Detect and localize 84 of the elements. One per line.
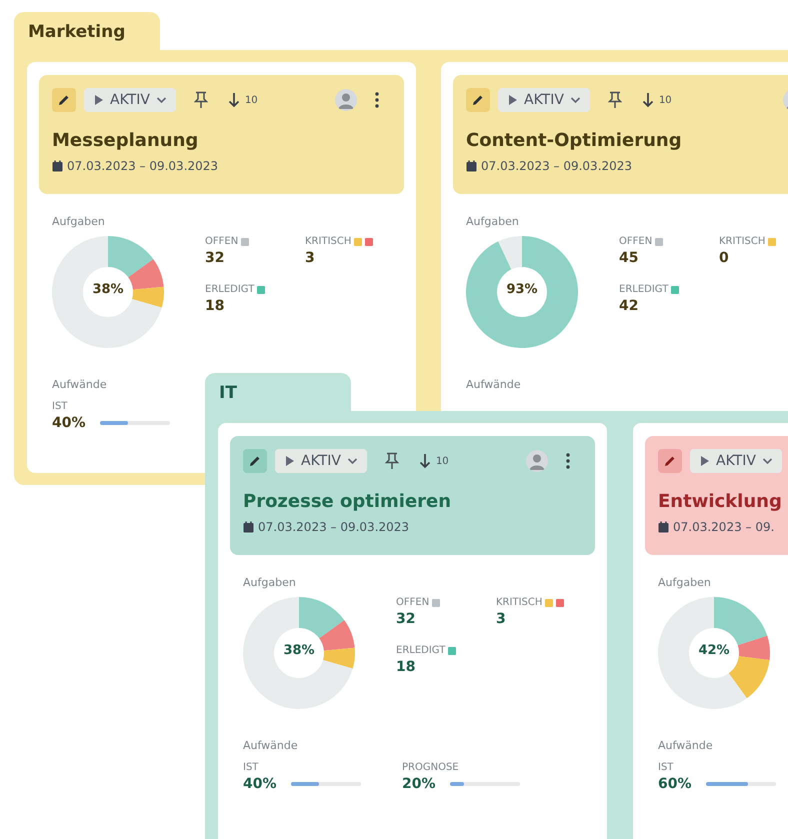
section-label: Aufwände (466, 378, 521, 391)
stat-value: 3 (305, 250, 316, 266)
status-dropdown[interactable]: AKTIV (498, 88, 590, 112)
pencil-icon (472, 94, 484, 106)
stat-value: 0 (719, 250, 730, 266)
date-range: 07.03.2023 – 09. (673, 520, 774, 534)
effort-label: PROGNOSE (402, 762, 460, 773)
edit-button[interactable] (52, 88, 76, 112)
pin-icon[interactable] (384, 452, 399, 470)
stat-label: KRITISCH (305, 236, 352, 247)
pin-icon[interactable] (194, 91, 208, 109)
stat-label: ERLEDIGT (619, 284, 668, 295)
section-label: Aufgaben (243, 576, 296, 589)
calendar-icon (658, 521, 669, 533)
play-icon (285, 455, 295, 467)
section-label: Aufgaben (658, 576, 711, 589)
chevron-down-icon (762, 457, 773, 465)
effort-label: IST (243, 762, 260, 773)
stat-value: 42 (619, 298, 640, 314)
chevron-down-icon (346, 457, 358, 465)
calendar-icon (52, 160, 63, 172)
section-label: Aufwände (658, 739, 713, 752)
effort-value: 40% (52, 415, 87, 431)
arrow-down-icon (228, 92, 240, 108)
sort-button[interactable]: 10 (418, 453, 449, 469)
pencil-icon (58, 94, 70, 106)
status-dropdown[interactable]: AKTIV (275, 449, 367, 473)
stat-value: 32 (396, 611, 416, 627)
section-label: Aufgaben (52, 215, 105, 228)
pencil-icon (664, 455, 676, 467)
more-icon[interactable] (375, 92, 379, 108)
effort-value: 20% (402, 776, 437, 792)
group-tab[interactable]: IT (205, 373, 351, 411)
card-title: Prozesse optimieren (243, 491, 452, 512)
stat-value: 3 (496, 611, 507, 627)
sort-button[interactable]: 10 (228, 92, 258, 108)
section-label: Aufgaben (466, 215, 519, 228)
pin-icon[interactable] (608, 91, 622, 109)
play-icon (94, 94, 104, 106)
date-range: 07.03.2023 – 09.03.2023 (258, 520, 410, 534)
play-icon (508, 94, 518, 106)
stat-value: 18 (205, 298, 226, 314)
donut-percentage: 93% (506, 282, 538, 297)
sort-button[interactable]: 10 (642, 92, 672, 108)
effort-label: IST (52, 401, 68, 412)
calendar-icon (243, 521, 254, 533)
stat-label: KRITISCH (719, 236, 766, 247)
stat-value: 45 (619, 250, 640, 266)
edit-button[interactable] (466, 88, 490, 112)
edit-button[interactable] (243, 449, 267, 473)
chevron-down-icon (570, 96, 581, 104)
play-icon (700, 455, 710, 467)
status-dropdown[interactable]: AKTIV (84, 88, 176, 112)
pencil-icon (249, 455, 261, 467)
section-label: Aufwände (52, 378, 107, 391)
arrow-down-icon (642, 92, 654, 108)
stat-label: OFFEN (396, 597, 430, 608)
effort-value: 40% (243, 776, 278, 792)
stat-label: KRITISCH (496, 597, 542, 608)
group-tab[interactable]: Marketing (14, 12, 160, 50)
stat-label: OFFEN (205, 236, 238, 247)
calendar-icon (466, 160, 477, 172)
stat-label: ERLEDIGT (396, 645, 446, 656)
card-title: Messeplanung (52, 130, 200, 151)
effort-label: IST (658, 762, 674, 773)
chevron-down-icon (156, 96, 167, 104)
card-title: Entwicklung (658, 491, 783, 512)
card-title: Content-Optimierung (466, 130, 683, 151)
effort-value: 60% (658, 776, 693, 792)
edit-button[interactable] (658, 449, 682, 473)
stat-value: 32 (205, 250, 226, 266)
donut-percentage: 38% (283, 643, 315, 658)
stat-value: 18 (396, 659, 416, 675)
more-icon[interactable] (566, 453, 570, 469)
arrow-down-icon (418, 453, 431, 469)
stat-label: ERLEDIGT (205, 284, 254, 295)
date-range: 07.03.2023 – 09.03.2023 (67, 159, 218, 173)
status-dropdown[interactable]: AKTIV (690, 449, 782, 473)
donut-percentage: 42% (698, 643, 730, 658)
donut-percentage: 38% (92, 282, 124, 297)
stat-label: OFFEN (619, 236, 652, 247)
date-range: 07.03.2023 – 09.03.2023 (481, 159, 632, 173)
avatar-icon[interactable] (335, 89, 357, 111)
section-label: Aufwände (243, 739, 298, 752)
